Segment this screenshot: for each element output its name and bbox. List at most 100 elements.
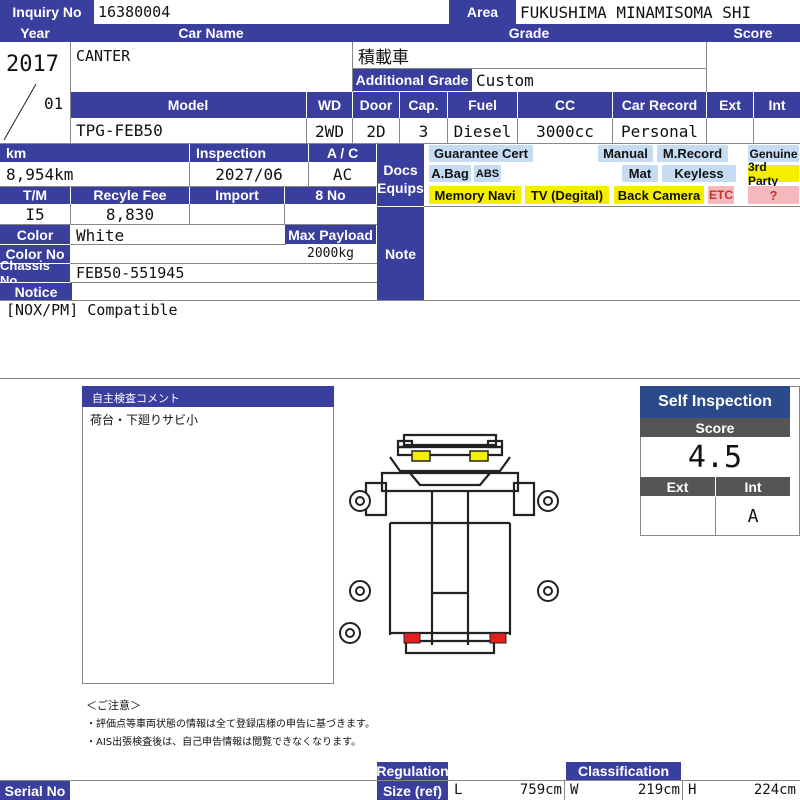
year-divider [3,83,37,141]
year-label: Year [0,24,70,42]
km-value: 8,954km [6,164,74,184]
classification-label: Classification [566,762,681,780]
grid-line [612,118,613,144]
8no-label: 8 No [285,186,376,204]
equips-label: Equips [377,180,424,206]
self-ext-label: Ext [640,477,715,496]
car-name-label: Car Name [70,24,352,42]
regulation-label: Regulation [376,762,449,780]
self-int-value: A [747,505,759,527]
size-h-label: H [688,782,697,798]
equip-mat: Mat [622,165,658,182]
note-label: Note [377,207,424,300]
notice-label: Notice [0,283,72,300]
grid-line [352,68,706,69]
grid-line [447,118,448,144]
cap-value: 3 [418,121,429,141]
size-h-value: 224cm [753,782,796,798]
notes-line2: ・AIS出張検査後は、自己申告情報は閲覧できなくなります。 [86,737,362,748]
ext-label: Ext [707,92,753,118]
truck-diagram [339,433,559,655]
grid-line [0,378,800,379]
door-label: Door [353,92,399,118]
grid-line [706,118,707,144]
max-payload-label: Max Payload [285,225,376,244]
size-l-value: 759cm [519,782,562,798]
grid-line [0,186,377,187]
grid-line [306,118,307,144]
equip-3rd-party: 3rd Party [748,160,799,188]
wd-value: 2WD [315,121,344,141]
grid-line [352,118,353,144]
additional-grade-label: Additional Grade [352,69,472,91]
additional-grade-value: Custom [476,70,534,90]
comment-title: 自主検査コメント [82,386,334,407]
serial-no-label: Serial No [0,781,70,800]
fuel-label: Fuel [448,92,517,118]
self-int-label: Int [716,477,790,496]
color-value: White [76,226,125,245]
tm-value: I5 [25,204,45,224]
grid-line [352,42,353,92]
size-ref-label: Size (ref) [377,781,448,800]
grid-line [706,42,707,92]
door-value: 2D [366,121,386,141]
fuel-value: Diesel [453,121,512,141]
equip-memory-navi: Memory Navi [429,186,521,204]
equip-m-record: M.Record [657,145,728,162]
grid-line [399,118,400,144]
grid-line [0,300,800,301]
recycle-fee-label: Recyle Fee [71,186,189,204]
ac-value: AC [332,164,353,184]
equip-abs: ABS [474,165,501,182]
comment-text: 荷台・下廻りサビ小 [90,413,199,427]
equip-a-bag: A.Bag [429,165,471,182]
grade-label: Grade [352,24,706,42]
km-label: km [0,144,189,162]
area-value: FUKUSHIMA MINAMISOMA SHI [520,2,752,22]
comment-box [82,386,334,684]
car-name-value: CANTER [76,47,131,65]
grid-line [189,162,190,186]
equip-question: ? [748,186,799,204]
int-label: Int [754,92,800,118]
grid-line [70,204,71,225]
docs-label: Docs [377,144,424,180]
equip-back-camera: Back Camera [614,186,704,204]
car-record-value: Personal [620,121,699,141]
recycle-fee-value: 8,830 [105,204,155,224]
grid-line [70,42,71,144]
grid-line [682,781,683,800]
inspection-label: Inspection [190,144,308,162]
grid-line [753,118,754,144]
grid-line [424,206,800,207]
equip-etc: ETC [708,186,734,204]
model-value: TPG-FEB50 [76,120,163,140]
model-label: Model [70,92,306,118]
cc-value: 3000cc [536,121,594,141]
notes-title: ＜ご注意＞ [86,699,141,712]
self-inspection-title: Self Inspection [640,386,790,418]
color-label: Color [0,225,70,244]
equip-manual: Manual [598,145,653,162]
grid-line [284,204,285,225]
area-label: Area [449,0,516,24]
self-score-value: 4.5 [687,439,743,475]
wd-label: WD [307,92,352,118]
chassis-no-label: Chassis No [0,258,70,288]
equip-guarantee-cert: Guarantee Cert [429,145,533,162]
grid-line [715,497,716,535]
cap-label: Cap. [400,92,447,118]
score-label: Score [706,24,800,42]
equip-tv: TV (Degital) [525,186,609,204]
notes-line1: ・評価点等車両状態の情報は全て登録店様の申告に基づきます。 [86,719,375,730]
grid-line [517,118,518,144]
inquiry-value: 16380004 [98,3,171,21]
inspection-value: 2027/06 [215,164,283,184]
chassis-no-value: FEB50-551945 [76,264,185,282]
grid-line [70,282,377,283]
grid-line [308,162,309,186]
ac-label: A / C [309,144,376,162]
grid-line [189,204,190,225]
import-label: Import [190,186,284,204]
